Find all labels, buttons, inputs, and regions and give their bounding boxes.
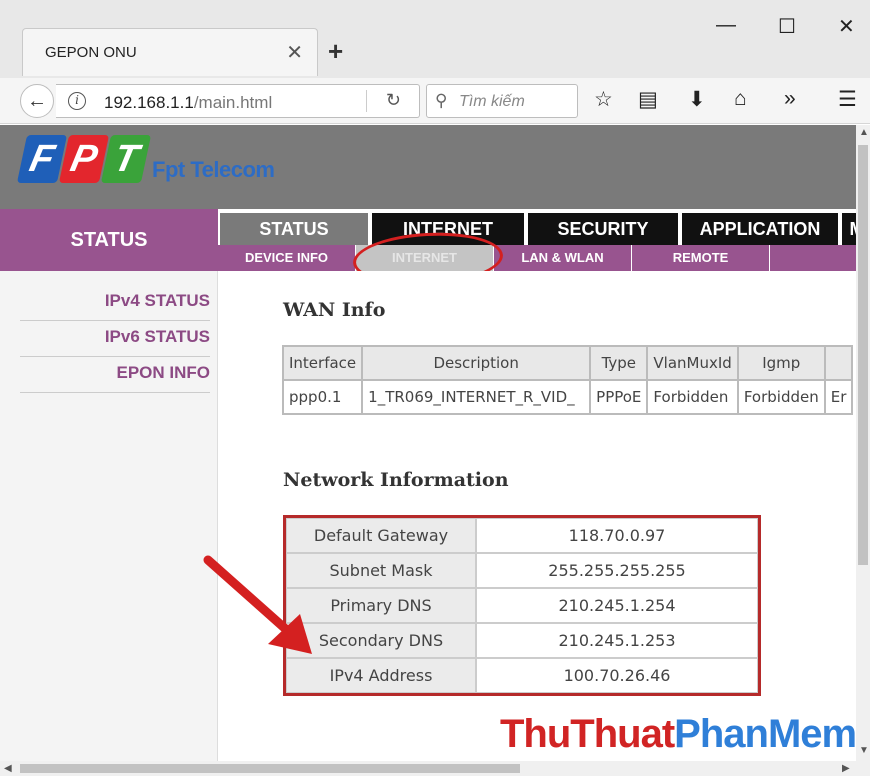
table-header: Interface (284, 347, 362, 379)
row-value: 255.255.255.255 (476, 553, 758, 588)
sidebar-title: STATUS (70, 229, 148, 251)
table-row: IPv4 Address 100.70.26.46 (286, 658, 758, 693)
menu-status[interactable]: STATUS (220, 213, 368, 245)
menu-application[interactable]: APPLICATION (682, 213, 838, 245)
table-header-row: Interface Description Type VlanMuxId Igm… (284, 347, 852, 379)
url-text: 192.168.1.1/main.html (104, 93, 273, 112)
sidebar-item-epon-info[interactable]: EPON INFO (20, 363, 210, 393)
scroll-left-icon[interactable]: ◀ (4, 763, 12, 774)
maximize-button[interactable]: ☐ (778, 14, 796, 39)
search-placeholder: Tìm kiếm (459, 93, 525, 110)
url-bar[interactable]: i 192.168.1.1/main.html ↻ (56, 84, 420, 118)
router-page: FPT Fpt Telecom STATUS IPv4 STATUS IPv6 … (0, 125, 856, 761)
table-cell: Forbidden (738, 381, 824, 413)
row-value: 100.70.26.46 (476, 658, 758, 693)
table-row: ppp0.1 1_TR069_INTERNET_R_VID_ PPPoE For… (284, 381, 852, 413)
reload-icon[interactable]: ↻ (386, 90, 401, 111)
browser-tab[interactable]: GEPON ONU ✕ (22, 28, 318, 76)
close-window-button[interactable]: ✕ (838, 14, 855, 39)
sidebar: IPv4 STATUS IPv6 STATUS EPON INFO (0, 271, 218, 761)
sidebar-item-ipv6-status[interactable]: IPv6 STATUS (20, 327, 210, 357)
table-row: Secondary DNS 210.245.1.253 (286, 623, 758, 658)
minimize-button[interactable]: — (716, 14, 736, 37)
sidebar-item-ipv4-status[interactable]: IPv4 STATUS (20, 291, 210, 321)
table-header: Description (363, 347, 590, 379)
scroll-thumb[interactable] (20, 764, 520, 773)
tab-close-icon[interactable]: ✕ (286, 40, 303, 65)
main-content: WAN Info Interface Description Type Vlan… (219, 271, 856, 761)
table-header (825, 347, 852, 379)
menu-icon[interactable]: ☰ (838, 87, 857, 112)
overflow-icon[interactable]: » (784, 87, 796, 111)
wan-info-title: WAN Info (283, 299, 386, 321)
row-value: 118.70.0.97 (476, 518, 758, 553)
row-value: 210.245.1.254 (476, 588, 758, 623)
download-icon[interactable]: ⬇ (688, 87, 706, 112)
row-value: 210.245.1.253 (476, 623, 758, 658)
table-row: Primary DNS 210.245.1.254 (286, 588, 758, 623)
row-label: IPv4 Address (286, 658, 476, 693)
watermark: ThuThuatPhanMem.vn (500, 712, 870, 756)
table-cell: PPPoE (591, 381, 647, 413)
tab-title: GEPON ONU (45, 44, 137, 61)
home-icon[interactable]: ⌂ (734, 87, 747, 111)
table-cell: 1_TR069_INTERNET_R_VID_ (363, 381, 590, 413)
scroll-up-icon[interactable]: ▲ (859, 127, 869, 138)
table-cell: Forbidden (648, 381, 737, 413)
network-info-table: Default Gateway 118.70.0.97 Subnet Mask 25… (283, 515, 761, 696)
table-cell: Er (825, 381, 852, 413)
search-icon: ⚲ (435, 91, 448, 110)
row-label: Default Gateway (286, 518, 476, 553)
page-header: FPT Fpt Telecom (0, 125, 856, 209)
search-input[interactable]: ⚲ Tìm kiếm (426, 84, 578, 118)
info-icon[interactable]: i (68, 92, 86, 110)
submenu-device-info[interactable]: DEVICE INFO (218, 245, 356, 271)
horizontal-scrollbar[interactable]: ◀ ▶ (0, 761, 870, 776)
back-arrow-icon[interactable]: ← (20, 84, 54, 118)
scroll-thumb[interactable] (858, 145, 868, 565)
star-icon[interactable]: ☆ (594, 87, 613, 112)
wan-table: Interface Description Type VlanMuxId Igm… (282, 345, 854, 415)
sidebar-header: STATUS (0, 209, 218, 271)
submenu-remote[interactable]: REMOTE (632, 245, 770, 271)
browser-navbar: ← i 192.168.1.1/main.html ↻ ⚲ Tìm kiếm ☆… (0, 78, 870, 124)
menu-more[interactable]: M (842, 213, 856, 245)
table-row: Subnet Mask 255.255.255.255 (286, 553, 758, 588)
top-menu: STATUS INTERNET SECURITY APPLICATION M (218, 209, 856, 245)
browser-titlebar: GEPON ONU ✕ + — ☐ ✕ (0, 0, 870, 78)
submenu-lan-wlan[interactable]: LAN & WLAN (494, 245, 632, 271)
scroll-down-icon[interactable]: ▼ (859, 745, 869, 756)
table-header: Igmp (738, 347, 824, 379)
brand-name: Fpt Telecom (152, 157, 275, 182)
table-header: VlanMuxId (648, 347, 737, 379)
table-header: Type (591, 347, 647, 379)
fpt-logo: FPT (16, 135, 152, 183)
reader-icon[interactable]: ▤ (638, 87, 658, 112)
sub-menu: DEVICE INFO INTERNET LAN & WLAN REMOTE (218, 245, 856, 271)
new-tab-button[interactable]: + (328, 36, 343, 67)
table-cell: ppp0.1 (284, 381, 362, 413)
table-row: Default Gateway 118.70.0.97 (286, 518, 758, 553)
vertical-scrollbar[interactable]: ▲ ▼ (856, 125, 870, 761)
network-info-title: Network Information (283, 469, 509, 491)
menu-security[interactable]: SECURITY (528, 213, 678, 245)
annotation-arrow-icon (203, 555, 312, 654)
scroll-right-icon[interactable]: ▶ (842, 763, 850, 774)
